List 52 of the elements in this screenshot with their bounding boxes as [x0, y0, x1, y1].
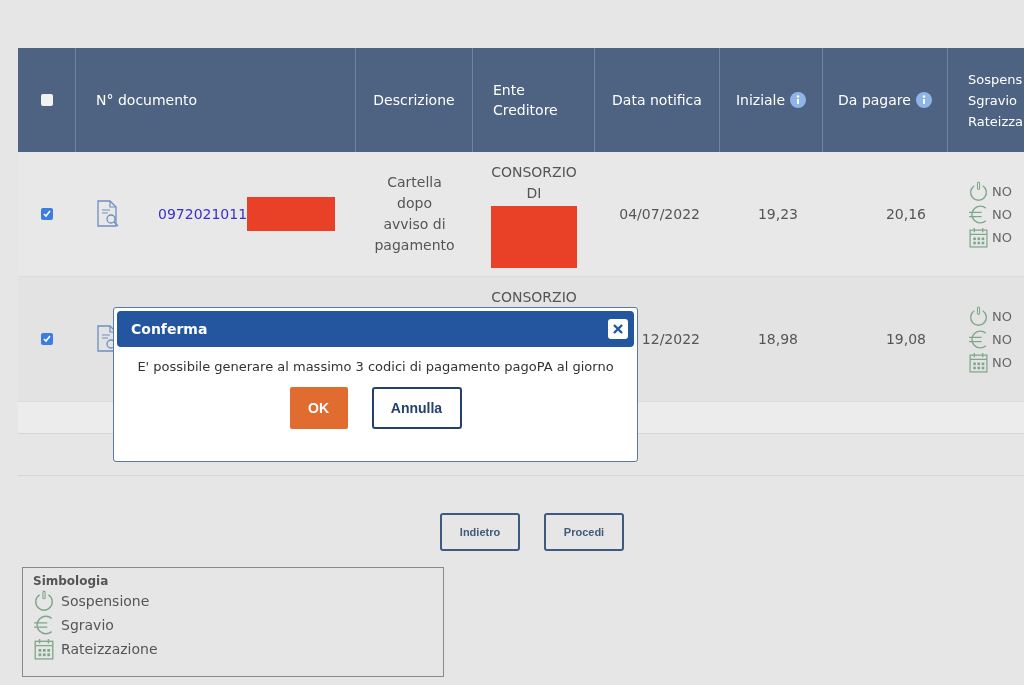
- creditor-text: CONSORZIO: [491, 163, 577, 182]
- description-text: Cartella dopo avviso di pagamento: [374, 173, 455, 255]
- column-header: Da pagare: [838, 91, 911, 110]
- dialog-title: Conferma: [131, 321, 208, 337]
- calendar-icon: [968, 226, 989, 248]
- checkbox[interactable]: [40, 94, 53, 106]
- document-link[interactable]: 0972021011: [158, 203, 248, 225]
- creditor-text: DI: [526, 184, 542, 203]
- column-header: Descrizione: [373, 91, 455, 110]
- nav-button[interactable]: Procedi: [544, 513, 624, 551]
- euro-icon: [968, 328, 989, 350]
- calendar-icon: [33, 638, 55, 660]
- column-header: Data notifica: [612, 91, 702, 110]
- column-header: Rateizza: [968, 112, 1024, 131]
- amount-text: 19,08: [885, 329, 926, 349]
- legend-label: Sgravio: [61, 617, 114, 633]
- status-text: NO: [992, 229, 1012, 245]
- amount-text: 18,98: [757, 329, 798, 349]
- creditor-text: CONSORZIO: [491, 288, 577, 307]
- euro-icon: [968, 203, 989, 225]
- column-header: N° documento: [96, 91, 198, 110]
- euro-icon: [33, 614, 55, 636]
- nav-button[interactable]: Indietro: [440, 513, 520, 551]
- close-icon: [613, 324, 623, 334]
- status-text: NO: [992, 331, 1012, 347]
- legend-title: Simbologia: [33, 574, 110, 588]
- date-text: 04/07/2022: [619, 204, 700, 224]
- legend-label: Rateizzazione: [61, 641, 158, 657]
- close-button[interactable]: [608, 319, 628, 339]
- info-icon[interactable]: [790, 92, 807, 108]
- column-header: Sgravio: [968, 91, 1019, 110]
- cancel-button[interactable]: Annulla: [371, 387, 462, 429]
- amount-text: 19,23: [757, 204, 798, 224]
- power-icon: [968, 305, 989, 327]
- checkbox[interactable]: [41, 333, 53, 345]
- status-text: NO: [992, 354, 1012, 370]
- calendar-icon: [968, 351, 989, 373]
- status-text: NO: [992, 308, 1012, 324]
- info-icon[interactable]: [915, 92, 932, 108]
- legend-label: Sospensione: [61, 593, 150, 609]
- date-text: 12/2022: [641, 329, 700, 349]
- column-header: Ente Creditore: [493, 81, 559, 120]
- column-header: Sospens: [968, 70, 1024, 89]
- status-text: NO: [992, 206, 1012, 222]
- status-text: NO: [992, 183, 1012, 199]
- checkbox[interactable]: [41, 208, 53, 220]
- power-icon: [33, 590, 55, 612]
- power-icon: [968, 180, 989, 202]
- column-header: Iniziale: [735, 91, 786, 110]
- dialog-message: E' possibile generare al massimo 3 codici di pagamento pagoPA al giorno: [137, 359, 614, 374]
- amount-text: 20,16: [885, 204, 926, 224]
- ok-button[interactable]: OK: [289, 387, 348, 429]
